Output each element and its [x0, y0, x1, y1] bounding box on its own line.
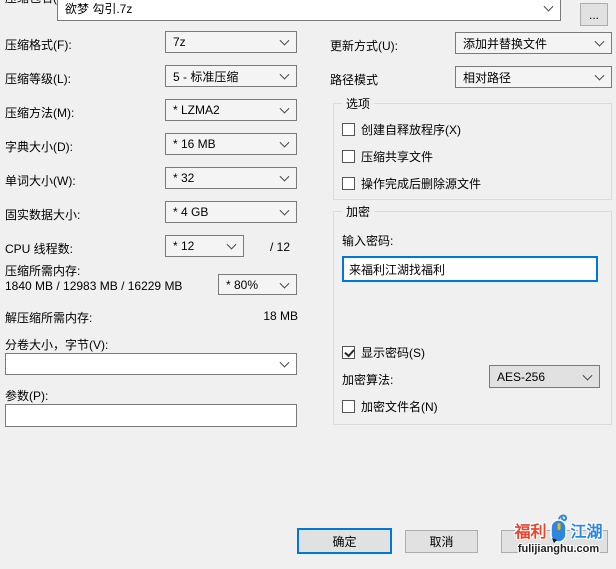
cpu-threads-label: CPU 线程数: — [5, 240, 73, 257]
memory-decompress-label: 解压缩所需内存: — [5, 309, 92, 326]
chevron-down-icon[interactable] — [280, 138, 290, 148]
password-input[interactable] — [342, 256, 598, 282]
checkbox-show-password[interactable]: 显示密码(S) — [342, 344, 425, 361]
add-to-archive-dialog: 压缩包名(A): 欲梦 勾引.7z ... 压缩格式(F): 7z 压缩等级(L… — [0, 0, 616, 569]
options-group-title: 选项 — [342, 95, 374, 112]
checkbox-encrypt-filenames[interactable]: 加密文件名(N) — [342, 398, 438, 415]
volume-size-combobox[interactable] — [5, 353, 297, 375]
solid-block-value: * 4 GB — [173, 205, 208, 219]
checkbox-create-sfx-label: 创建自释放程序(X) — [361, 121, 461, 138]
archive-name-combobox[interactable]: 欲梦 勾引.7z — [57, 0, 561, 21]
checkbox-shared-files-label: 压缩共享文件 — [361, 148, 433, 165]
checkbox-delete-after-label: 操作完成后删除源文件 — [361, 175, 481, 192]
checkbox-show-password-label: 显示密码(S) — [361, 344, 425, 361]
password-label: 输入密码: — [342, 232, 393, 249]
watermark-text-left: 福利 — [514, 518, 546, 542]
chevron-down-icon[interactable] — [583, 370, 593, 380]
chevron-down-icon[interactable] — [280, 70, 290, 80]
parameters-input[interactable] — [5, 404, 297, 427]
memory-decompress-value: 18 MB — [220, 309, 298, 323]
cpu-threads-combobox[interactable]: * 12 — [165, 235, 244, 257]
dictionary-label: 字典大小(D): — [5, 138, 73, 155]
cpu-threads-max: / 12 — [270, 240, 290, 254]
watermark-text-right: 江湖 — [571, 518, 603, 542]
level-combobox[interactable]: 5 - 标准压缩 — [165, 65, 297, 87]
format-combobox[interactable]: 7z — [165, 31, 297, 53]
encryption-method-combobox[interactable]: AES-256 — [489, 365, 600, 388]
format-value: 7z — [173, 35, 186, 49]
path-mode-label: 路径模式 — [330, 71, 378, 88]
chevron-down-icon[interactable] — [280, 278, 290, 288]
method-label: 压缩方法(M): — [5, 104, 74, 121]
level-label: 压缩等级(L): — [5, 70, 71, 87]
ok-button-label: 确定 — [332, 533, 356, 550]
update-mode-value: 添加并替换文件 — [463, 35, 547, 52]
watermark-domain: fulijianghu.com — [501, 543, 616, 555]
memory-usage-combobox[interactable]: * 80% — [218, 274, 297, 295]
checkbox-shared-files[interactable]: 压缩共享文件 — [342, 148, 433, 165]
path-mode-combobox[interactable]: 相对路径 — [455, 66, 612, 88]
checkbox-create-sfx[interactable]: 创建自释放程序(X) — [342, 121, 461, 138]
checkbox-encrypt-filenames-label: 加密文件名(N) — [361, 398, 438, 415]
path-mode-value: 相对路径 — [463, 69, 511, 86]
chevron-down-icon[interactable] — [280, 206, 290, 216]
memory-compress-label: 压缩所需内存: — [5, 262, 80, 279]
dictionary-combobox[interactable]: * 16 MB — [165, 133, 297, 155]
parameters-label: 参数(P): — [5, 387, 48, 404]
cpu-threads-value: * 12 — [173, 239, 194, 253]
cancel-button-label: 取消 — [429, 533, 453, 550]
encryption-method-label: 加密算法: — [342, 371, 393, 388]
checkbox-icon[interactable] — [342, 123, 355, 136]
word-size-value: * 32 — [173, 171, 194, 185]
chevron-down-icon[interactable] — [227, 240, 237, 250]
mouse-icon — [548, 512, 570, 544]
checkbox-delete-after[interactable]: 操作完成后删除源文件 — [342, 175, 481, 192]
level-value: 5 - 标准压缩 — [173, 68, 238, 85]
chevron-down-icon[interactable] — [595, 71, 605, 81]
chevron-down-icon[interactable] — [595, 37, 605, 47]
volume-size-label: 分卷大小，字节(V): — [5, 336, 108, 353]
solid-block-label: 固实数据大小: — [5, 206, 80, 223]
checkbox-icon[interactable] — [342, 346, 355, 359]
ok-button[interactable]: 确定 — [297, 528, 392, 554]
format-label: 压缩格式(F): — [5, 36, 72, 53]
cancel-button[interactable]: 取消 — [405, 530, 478, 553]
dictionary-value: * 16 MB — [173, 137, 216, 151]
method-value: * LZMA2 — [173, 103, 220, 117]
checkbox-icon[interactable] — [342, 400, 355, 413]
encryption-method-value: AES-256 — [497, 370, 545, 384]
chevron-down-icon[interactable] — [280, 358, 290, 368]
browse-button[interactable]: ... — [580, 3, 608, 26]
memory-usage-value: * 80% — [226, 278, 258, 292]
checkbox-icon[interactable] — [342, 150, 355, 163]
word-size-label: 单词大小(W): — [5, 172, 76, 189]
word-size-combobox[interactable]: * 32 — [165, 167, 297, 189]
chevron-down-icon[interactable] — [280, 36, 290, 46]
update-mode-combobox[interactable]: 添加并替换文件 — [455, 32, 612, 54]
chevron-down-icon[interactable] — [280, 104, 290, 114]
archive-name-value: 欲梦 勾引.7z — [65, 0, 132, 17]
chevron-down-icon[interactable] — [280, 172, 290, 182]
checkbox-icon[interactable] — [342, 177, 355, 190]
solid-block-combobox[interactable]: * 4 GB — [165, 201, 297, 223]
browse-button-label: ... — [589, 8, 599, 22]
encryption-group-title: 加密 — [342, 203, 374, 220]
method-combobox[interactable]: * LZMA2 — [165, 99, 297, 121]
memory-compress-detail: 1840 MB / 12983 MB / 16229 MB — [5, 279, 182, 293]
fulijianghu-watermark: 福利 江湖 fulijianghu.com — [501, 515, 616, 567]
chevron-down-icon[interactable] — [544, 2, 554, 12]
update-mode-label: 更新方式(U): — [330, 37, 398, 54]
